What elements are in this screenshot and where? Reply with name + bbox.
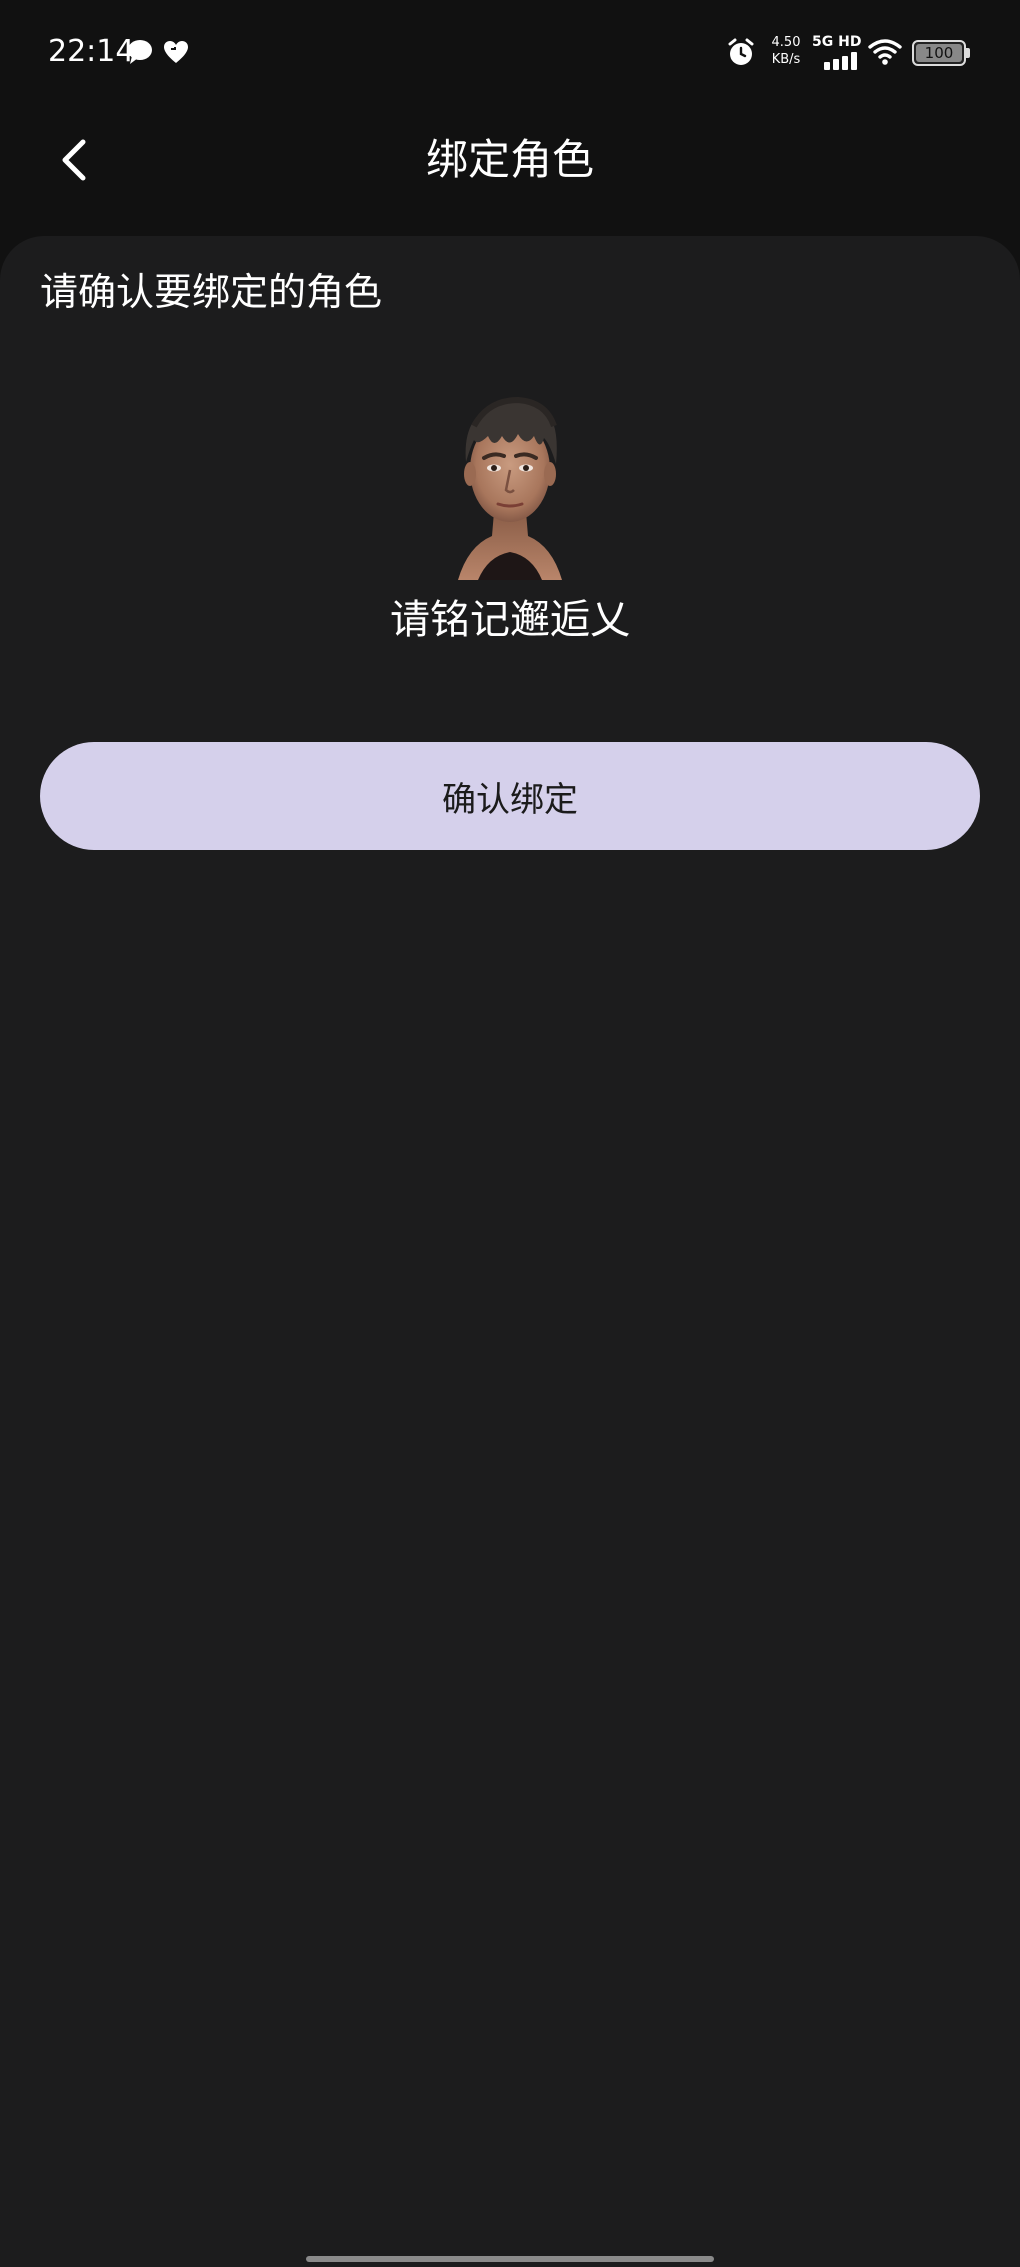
header: 绑定角色 xyxy=(0,104,1020,220)
network-type: 5G HD xyxy=(812,34,862,50)
net-speed-unit: KB/s xyxy=(771,52,801,67)
home-indicator[interactable] xyxy=(306,2256,714,2262)
net-speed: 4.50 KB/s xyxy=(768,34,804,68)
screen: 22:14 4.50 KB/s 5G HD 100 绑定角色 请确认要绑定的角色… xyxy=(0,0,1020,2267)
role-avatar xyxy=(448,386,572,580)
signal-icon xyxy=(824,52,860,70)
battery-level: 100 xyxy=(924,44,954,62)
confirm-bind-button[interactable]: 确认绑定 xyxy=(40,742,980,850)
status-bar: 22:14 4.50 KB/s 5G HD 100 xyxy=(0,0,1020,104)
status-time: 22:14 xyxy=(48,34,135,69)
battery-icon: 100 xyxy=(912,40,966,66)
confirm-prompt: 请确认要绑定的角色 xyxy=(40,270,383,314)
alarm-icon xyxy=(726,38,756,68)
page-title: 绑定角色 xyxy=(425,135,594,184)
wifi-icon xyxy=(868,38,902,66)
bind-role-card: 请确认要绑定的角色 请铭记邂逅乂 确认绑定 xyxy=(0,236,1020,2267)
chat-bubble-icon xyxy=(126,38,154,66)
battery-tip xyxy=(966,48,970,58)
net-speed-value: 4.50 xyxy=(771,35,801,50)
role-name: 请铭记邂逅乂 xyxy=(390,597,630,643)
heart-icon xyxy=(162,38,190,66)
